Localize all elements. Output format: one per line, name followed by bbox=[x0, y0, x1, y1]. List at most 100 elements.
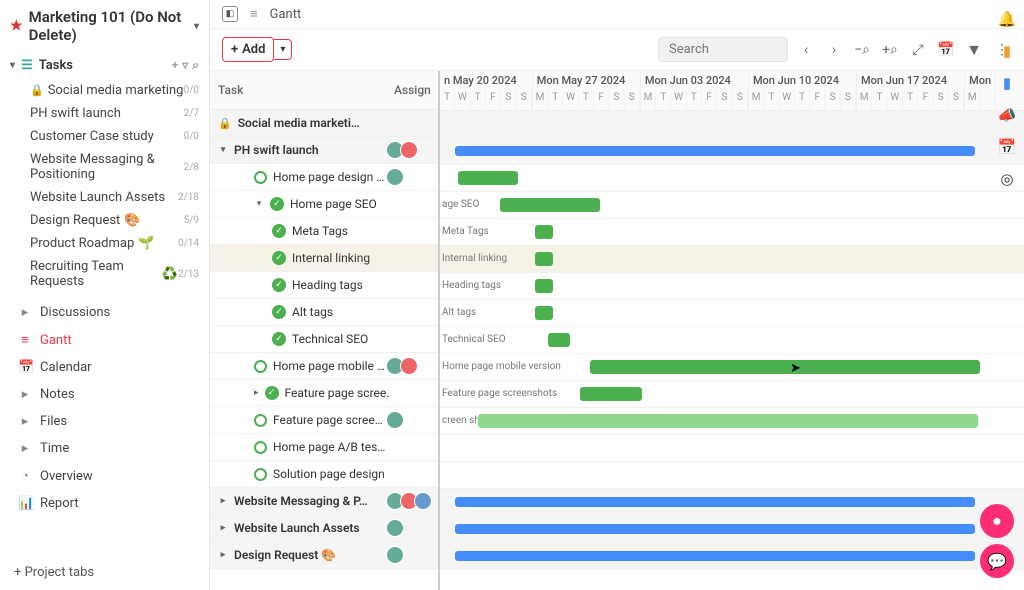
status-done-icon[interactable]: ✓ bbox=[270, 197, 284, 211]
gantt-bar[interactable] bbox=[500, 198, 600, 212]
search-icon[interactable]: ⌕ bbox=[192, 58, 199, 73]
gantt-bar[interactable] bbox=[580, 387, 642, 401]
add-button[interactable]: +Add bbox=[222, 37, 274, 62]
nav-item[interactable]: ▸Discussions bbox=[0, 299, 209, 326]
tasks-section-header[interactable]: ▾☰Tasks + ▿ ⌕ bbox=[0, 52, 209, 79]
status-done-icon[interactable]: ✓ bbox=[272, 305, 286, 319]
task-row[interactable]: Solution page design bbox=[210, 461, 438, 488]
task-row[interactable]: ▸Website Launch Assets bbox=[210, 515, 438, 542]
task-row[interactable]: ✓Heading tags bbox=[210, 272, 438, 299]
timeline-row[interactable]: Technical SEO bbox=[440, 327, 1024, 354]
status-open-icon[interactable] bbox=[254, 468, 267, 481]
timeline-row[interactable] bbox=[440, 138, 1024, 165]
task-row[interactable]: ✓Internal linking bbox=[210, 245, 438, 272]
task-row[interactable]: ▾✓Home page SEO bbox=[210, 191, 438, 218]
timeline-row[interactable]: age SEO bbox=[440, 192, 1024, 219]
status-done-icon[interactable]: ✓ bbox=[272, 224, 286, 238]
task-row[interactable]: ✓Meta Tags bbox=[210, 218, 438, 245]
project-tabs-button[interactable]: + Project tabs bbox=[0, 555, 209, 590]
timeline-row[interactable]: Alt tags bbox=[440, 300, 1024, 327]
timeline-row[interactable]: Heading tags bbox=[440, 273, 1024, 300]
plus-icon[interactable]: + bbox=[172, 58, 179, 73]
avatar[interactable] bbox=[386, 411, 404, 429]
timeline-row[interactable]: Meta Tags bbox=[440, 219, 1024, 246]
nav-item[interactable]: ≡Gantt bbox=[0, 326, 209, 354]
task-row[interactable]: ▸Design Request 🎨 bbox=[210, 542, 438, 569]
timeline-row[interactable] bbox=[440, 516, 1024, 543]
sidebar-item[interactable]: Design Request🎨5/9 bbox=[0, 209, 209, 232]
today-icon[interactable]: 📅 bbox=[936, 42, 956, 58]
nav-item[interactable]: 📊Report bbox=[0, 490, 209, 517]
task-row[interactable]: ✓Alt tags bbox=[210, 299, 438, 326]
nav-item[interactable]: ▸Files bbox=[0, 408, 209, 435]
timeline-row[interactable]: Internal linking bbox=[440, 246, 1024, 273]
toggle-icon[interactable]: ▸ bbox=[218, 550, 228, 560]
gantt-bar[interactable] bbox=[548, 333, 570, 347]
fab-message[interactable]: 💬 bbox=[980, 544, 1014, 578]
project-title[interactable]: ★ Marketing 101 (Do Not Delete) ▾ bbox=[0, 0, 209, 52]
bell-icon[interactable]: 🔔 bbox=[998, 10, 1016, 28]
task-row[interactable]: 🔒Social media marketi… bbox=[210, 110, 438, 137]
gantt-bar[interactable] bbox=[535, 279, 553, 293]
sidebar-item[interactable]: Customer Case study0/0 bbox=[0, 125, 209, 148]
avatar[interactable] bbox=[414, 492, 432, 510]
status-done-icon[interactable]: ✓ bbox=[272, 251, 286, 265]
megaphone-icon[interactable]: 📣 bbox=[998, 106, 1016, 124]
task-row[interactable]: Home page design … bbox=[210, 164, 438, 191]
gantt-bar[interactable] bbox=[535, 225, 553, 239]
task-row[interactable]: Feature page scree… bbox=[210, 407, 438, 434]
timeline-row[interactable]: Home page mobile version bbox=[440, 354, 1024, 381]
avatar[interactable] bbox=[386, 168, 404, 186]
timeline-row[interactable] bbox=[440, 543, 1024, 570]
zoom-out-icon[interactable]: −⌕ bbox=[852, 42, 872, 58]
fab-chat[interactable]: ● bbox=[980, 504, 1014, 538]
gantt-bar[interactable] bbox=[455, 497, 975, 507]
toggle-icon[interactable]: ▸ bbox=[254, 388, 259, 398]
status-open-icon[interactable] bbox=[254, 360, 267, 373]
timeline-row[interactable]: creen shot implementation bbox=[440, 408, 1024, 435]
next-icon[interactable]: › bbox=[824, 42, 844, 58]
prev-icon[interactable]: ‹ bbox=[796, 42, 816, 58]
gantt-bar[interactable] bbox=[455, 551, 975, 561]
zoom-in-icon[interactable]: +⌕ bbox=[880, 42, 900, 58]
gantt-bar[interactable] bbox=[478, 414, 978, 428]
gantt-bar[interactable] bbox=[535, 252, 553, 266]
avatar[interactable] bbox=[400, 141, 418, 159]
gantt-bar[interactable] bbox=[458, 171, 518, 185]
note-icon[interactable]: ▮ bbox=[998, 42, 1016, 60]
sidebar-item[interactable]: PH swift launch2/7 bbox=[0, 102, 209, 125]
toggle-icon[interactable]: ▾ bbox=[254, 199, 264, 209]
filter-icon[interactable]: ▼ bbox=[964, 40, 984, 60]
task-row[interactable]: ✓Technical SEO bbox=[210, 326, 438, 353]
sidebar-item[interactable]: Recruiting Team Requests♻️2/13 bbox=[0, 255, 209, 293]
fit-icon[interactable]: ⤢ bbox=[908, 42, 928, 58]
target-icon[interactable]: ◎ bbox=[998, 170, 1016, 188]
status-open-icon[interactable] bbox=[254, 171, 267, 184]
gantt-bar[interactable] bbox=[590, 360, 980, 374]
nav-item[interactable]: ▸Notes bbox=[0, 381, 209, 408]
timeline-row[interactable] bbox=[440, 489, 1024, 516]
panel-toggle-icon[interactable]: ◧ bbox=[222, 6, 238, 22]
task-row[interactable]: Home page A/B tes… bbox=[210, 434, 438, 461]
sidebar-item[interactable]: Website Launch Assets2/18 bbox=[0, 186, 209, 209]
add-dropdown[interactable]: ▾ bbox=[274, 39, 292, 60]
avatar[interactable] bbox=[400, 357, 418, 375]
filter-icon[interactable]: ▿ bbox=[182, 58, 188, 73]
status-done-icon[interactable]: ✓ bbox=[272, 278, 286, 292]
status-done-icon[interactable]: ✓ bbox=[272, 332, 286, 346]
task-row[interactable]: ▸Website Messaging & P… bbox=[210, 488, 438, 515]
status-open-icon[interactable] bbox=[254, 441, 267, 454]
sidebar-item[interactable]: 🔒Social media marketing0/0 bbox=[0, 79, 209, 102]
timeline-row[interactable]: Feature page screenshots bbox=[440, 381, 1024, 408]
task-row[interactable]: Home page mobile … bbox=[210, 353, 438, 380]
toggle-icon[interactable]: ▾ bbox=[218, 145, 228, 155]
timeline[interactable]: n May 20 2024TWTFSSMon May 27 2024MTWTFS… bbox=[440, 71, 1024, 590]
bookmark-icon[interactable]: ▮ bbox=[998, 74, 1016, 92]
timeline-row[interactable] bbox=[440, 462, 1024, 489]
timeline-row[interactable] bbox=[440, 165, 1024, 192]
nav-item[interactable]: ◔Overview bbox=[0, 462, 209, 490]
status-open-icon[interactable] bbox=[254, 414, 267, 427]
nav-item[interactable]: 📅Calendar bbox=[0, 354, 209, 381]
calendar-icon[interactable]: 📅 bbox=[998, 138, 1016, 156]
status-done-icon[interactable]: ✓ bbox=[265, 386, 279, 400]
